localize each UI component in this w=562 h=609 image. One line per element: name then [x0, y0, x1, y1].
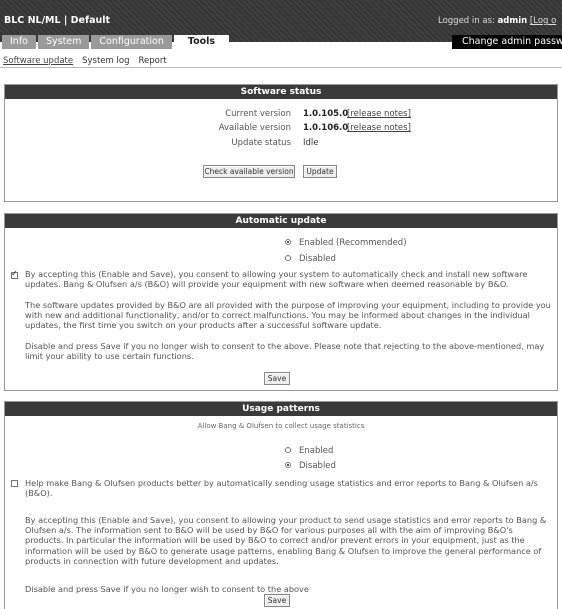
software-status-title: Software status — [5, 85, 557, 99]
sub-navigation: Software update System log Report — [3, 56, 167, 66]
subnav-divider — [0, 67, 562, 68]
software-status-panel: Software status Current version 1.0.105.… — [4, 84, 558, 202]
usage-info-text: By accepting this (Enable and Save), you… — [25, 515, 547, 566]
subnav-software-update[interactable]: Software update — [3, 56, 73, 66]
header-bar: BLC NL/ML | Default Logged in as: admin … — [0, 0, 562, 49]
auto-update-save-button[interactable]: Save — [264, 372, 290, 385]
check-available-version-button[interactable]: Check available version — [203, 165, 295, 178]
auto-update-consent-checkbox[interactable] — [11, 269, 18, 279]
radio-selected-icon[interactable] — [285, 461, 291, 468]
automatic-update-title: Automatic update — [5, 214, 557, 228]
usage-enabled-option[interactable]: Enabled — [285, 446, 333, 456]
usage-disable-text: Disable and press Save if you no longer … — [25, 584, 309, 594]
tab-configuration[interactable]: Configuration — [91, 35, 172, 49]
usage-save-button[interactable]: Save — [264, 594, 290, 607]
login-status: Logged in as: admin [Log o — [438, 16, 556, 26]
available-release-notes-link[interactable]: [release notes] — [347, 123, 411, 133]
auto-update-info-text: The software updates provided by B&O are… — [25, 300, 551, 331]
radio-unselected-icon[interactable] — [285, 446, 291, 453]
usage-patterns-panel: Usage patterns Allow Bang & Olufsen to c… — [4, 401, 558, 609]
current-version-value: 1.0.105.0 — [303, 109, 349, 119]
automatic-update-panel: Automatic update Enabled (Recommended) D… — [4, 213, 558, 391]
change-admin-password-button[interactable]: Change admin passwor — [452, 35, 562, 49]
subnav-system-log[interactable]: System log — [82, 56, 129, 66]
update-status-value: Idle — [303, 138, 319, 148]
auto-update-disabled-option[interactable]: Disabled — [285, 254, 336, 264]
usage-consent-text: Help make Bang & Olufsen products better… — [25, 478, 538, 499]
logout-link[interactable]: [Log o — [530, 16, 556, 26]
update-button[interactable]: Update — [303, 165, 337, 178]
usage-patterns-title: Usage patterns — [5, 402, 557, 416]
available-version-value: 1.0.106.0 — [303, 123, 349, 133]
app-title: BLC NL/ML | Default — [4, 15, 111, 26]
update-status-label: Update status — [231, 138, 291, 148]
username: admin — [497, 16, 528, 26]
main-tabs: Info System Configuration Tools — [2, 35, 230, 49]
tab-system[interactable]: System — [37, 35, 90, 49]
current-version-label: Current version — [225, 109, 291, 119]
usage-disabled-option[interactable]: Disabled — [285, 461, 336, 471]
subnav-report[interactable]: Report — [138, 56, 166, 66]
auto-update-disable-text: Disable and press Save if you no longer … — [25, 341, 545, 362]
tab-info[interactable]: Info — [2, 35, 36, 49]
auto-update-consent-text: By accepting this (Enable and Save), you… — [25, 269, 528, 290]
usage-consent-checkbox[interactable] — [11, 480, 18, 487]
radio-unselected-icon[interactable] — [285, 254, 291, 261]
radio-selected-icon[interactable] — [285, 238, 291, 245]
tab-tools[interactable]: Tools — [173, 35, 230, 49]
usage-patterns-subtitle: Allow Bang & Olufsen to collect usage st… — [197, 422, 365, 430]
logged-in-label: Logged in as: — [438, 16, 495, 26]
available-version-label: Available version — [218, 123, 291, 133]
current-release-notes-link[interactable]: [release notes] — [347, 109, 411, 119]
auto-update-enabled-option[interactable]: Enabled (Recommended) — [285, 238, 407, 248]
